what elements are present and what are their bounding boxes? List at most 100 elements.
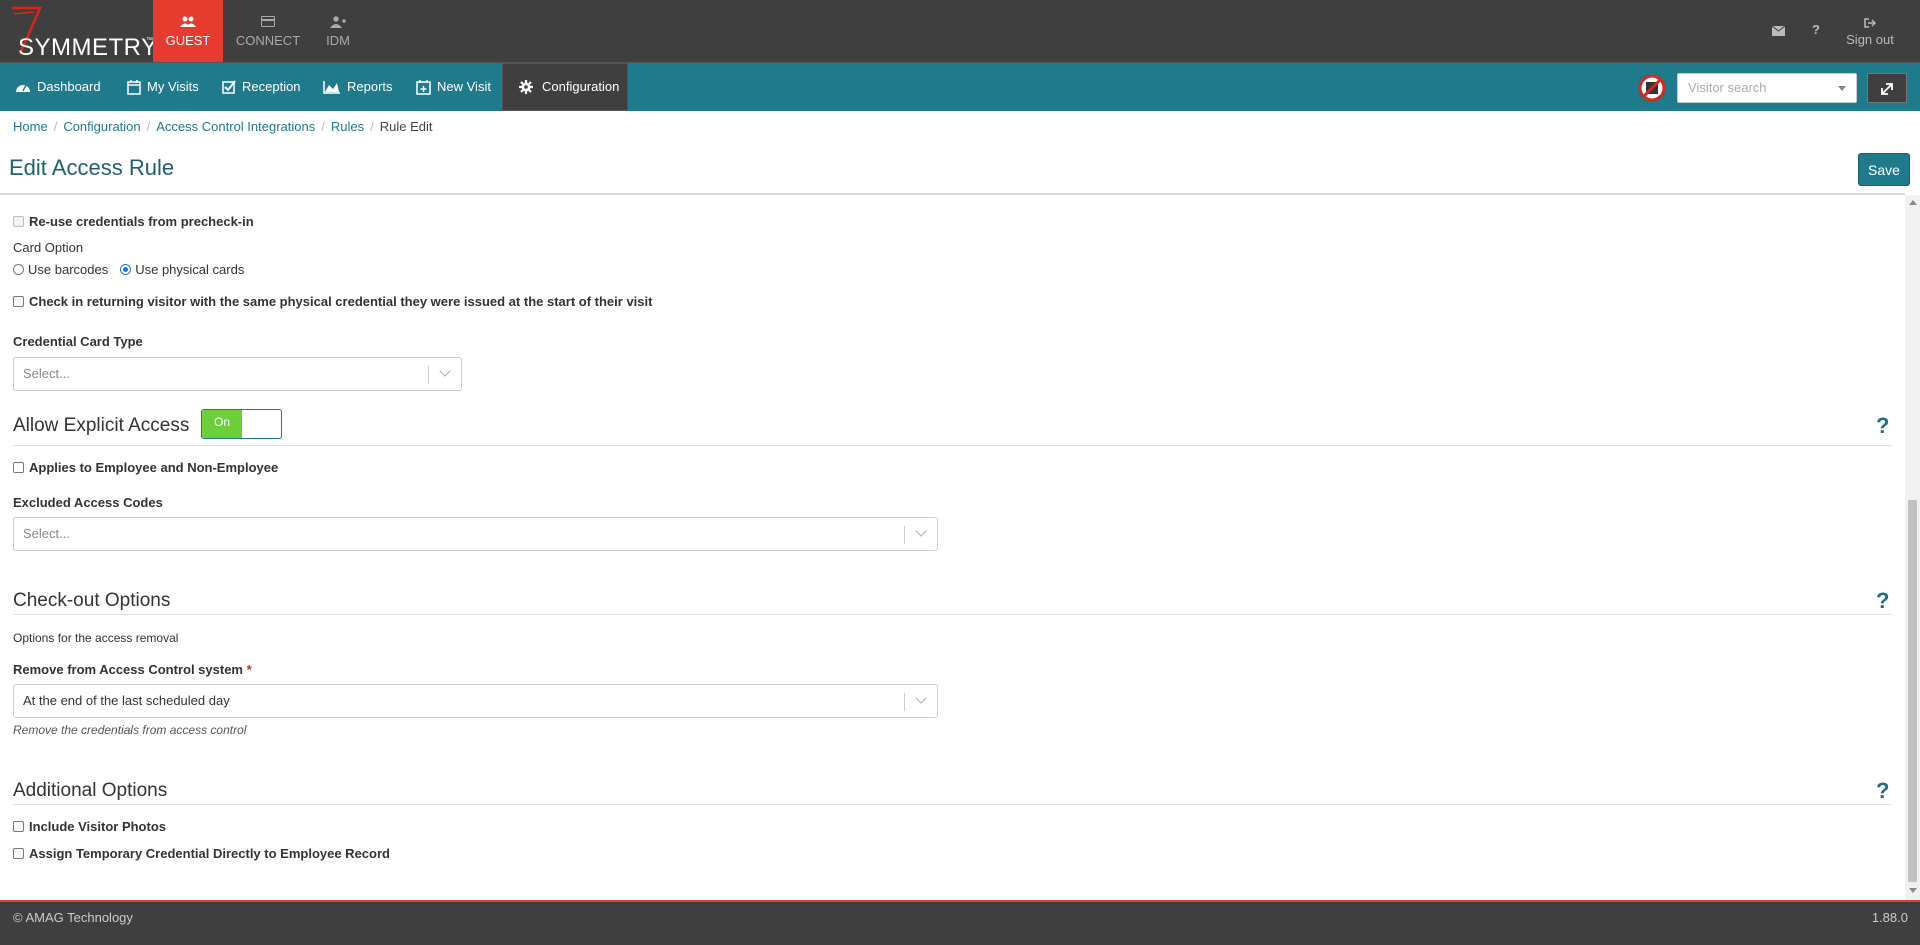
breadcrumb-separator: /	[370, 119, 374, 134]
area-chart-icon	[323, 80, 340, 94]
symmetry-logo: SYMMETRY ™	[6, 4, 157, 61]
app-tab-guest[interactable]: GUEST	[153, 0, 223, 62]
use-physical-cards-label: Use physical cards	[135, 262, 245, 277]
explicit-access-title: Allow Explicit Access	[13, 415, 190, 436]
toggle-on-label: On	[202, 410, 242, 438]
nav-label: My Visits	[147, 79, 199, 94]
nav-reception[interactable]: Reception	[208, 63, 310, 111]
reuse-credentials-row: Re-use credentials from precheck-in	[13, 214, 254, 229]
select-divider	[904, 526, 905, 544]
additional-options-help-icon[interactable]: ?	[1876, 778, 1889, 804]
check-square-icon	[222, 80, 236, 94]
checkout-options-help-icon[interactable]: ?	[1876, 588, 1889, 614]
nav-reports[interactable]: Reports	[309, 63, 403, 111]
nav-label: New Visit	[437, 79, 491, 94]
breadcrumb-home[interactable]: Home	[13, 119, 48, 134]
visitor-search-placeholder: Visitor search	[1688, 80, 1767, 95]
form-content: Re-use credentials from precheck-in Card…	[0, 195, 1905, 900]
app-tab-idm[interactable]: IDM	[315, 0, 361, 62]
sign-out-icon	[1840, 16, 1900, 28]
use-barcodes-radio[interactable]	[13, 264, 24, 275]
fullscreen-button[interactable]	[1867, 73, 1907, 103]
use-physical-cards-radio[interactable]	[120, 264, 132, 275]
nav-new-visit[interactable]: New Visit	[402, 63, 502, 111]
breadcrumb-access-control-integrations[interactable]: Access Control Integrations	[156, 119, 315, 134]
logo-text: SYMMETRY	[18, 34, 158, 61]
returning-visitor-row: Check in returning visitor with the same…	[13, 294, 652, 309]
breadcrumb-separator: /	[53, 119, 58, 134]
credential-card-type-select[interactable]: Select...	[13, 357, 462, 391]
scroll-down-icon[interactable]	[1909, 888, 1917, 893]
logo-trademark: ™	[146, 37, 153, 44]
app-footer: © AMAG Technology 1.88.0	[0, 900, 1920, 945]
section-divider	[13, 804, 1892, 805]
sign-out-button[interactable]: Sign out	[1840, 0, 1900, 62]
reuse-credentials-checkbox[interactable]	[13, 216, 24, 227]
nav-configuration[interactable]: Configuration	[502, 63, 628, 111]
excluded-access-codes-label: Excluded Access Codes	[13, 495, 163, 510]
nav-my-visits[interactable]: My Visits	[113, 63, 209, 111]
copyright-text: © AMAG Technology	[13, 910, 133, 925]
nav-label: Configuration	[542, 79, 620, 94]
main-nav: Dashboard My Visits Reception Reports Ne…	[0, 63, 1920, 111]
breadcrumb-rules[interactable]: Rules	[331, 119, 364, 134]
excluded-access-codes-select[interactable]: Select...	[13, 517, 938, 551]
select-divider	[428, 366, 429, 384]
applies-employee-checkbox[interactable]	[13, 462, 24, 473]
version-text: 1.88.0	[1871, 910, 1908, 925]
user-add-icon	[315, 16, 361, 30]
breadcrumb-separator: /	[146, 119, 151, 134]
card-option-label: Card Option	[13, 240, 84, 255]
breadcrumb-current: Rule Edit	[379, 119, 433, 134]
chevron-down-icon	[915, 692, 927, 704]
returning-visitor-label: Check in returning visitor with the same…	[29, 294, 653, 309]
use-barcodes-label: Use barcodes	[28, 262, 109, 277]
dashboard-icon	[16, 84, 30, 92]
include-photos-checkbox[interactable]	[13, 821, 24, 832]
app-tab-label: IDM	[326, 33, 350, 48]
assign-temp-credential-label: Assign Temporary Credential Directly to …	[29, 846, 390, 861]
remove-access-select[interactable]: At the end of the last scheduled day	[13, 684, 938, 718]
breadcrumb-separator: /	[321, 119, 325, 134]
reuse-credentials-label: Re-use credentials from precheck-in	[29, 214, 254, 229]
calendar-icon	[127, 79, 141, 95]
select-divider	[904, 693, 905, 711]
card-icon	[231, 16, 305, 30]
no-badge-printer-icon[interactable]	[1637, 73, 1667, 103]
visitor-search-input[interactable]: Visitor search	[1677, 73, 1857, 103]
select-placeholder: Select...	[23, 366, 70, 381]
page-title: Edit Access Rule	[9, 155, 175, 180]
scroll-up-icon[interactable]	[1909, 200, 1917, 205]
explicit-access-help-icon[interactable]: ?	[1876, 413, 1889, 439]
app-tab-label: GUEST	[165, 33, 211, 48]
chevron-down-icon	[1838, 86, 1846, 91]
applies-employee-label: Applies to Employee and Non-Employee	[29, 460, 279, 475]
remove-access-label: Remove from Access Control system *	[13, 662, 252, 677]
expand-icon	[1881, 83, 1893, 95]
app-tab-connect[interactable]: CONNECT	[231, 0, 305, 62]
chevron-down-icon	[439, 365, 451, 377]
remove-access-label-text: Remove from Access Control system	[13, 662, 243, 677]
scrollbar-thumb[interactable]	[1908, 500, 1917, 882]
checkout-options-title: Check-out Options	[13, 590, 171, 611]
nav-dashboard[interactable]: Dashboard	[1, 63, 113, 111]
section-divider	[13, 614, 1892, 615]
breadcrumb: Home / Configuration / Access Control In…	[13, 119, 432, 134]
app-header: SYMMETRY ™ GUEST CONNECT IDM ? Sign out	[0, 0, 1920, 63]
credential-card-type-label: Credential Card Type	[13, 334, 143, 349]
help-button[interactable]: ?	[1806, 22, 1826, 38]
assign-temp-credential-checkbox[interactable]	[13, 848, 24, 859]
explicit-access-toggle[interactable]: On	[201, 409, 282, 439]
breadcrumb-configuration[interactable]: Configuration	[63, 119, 140, 134]
sign-out-label: Sign out	[1846, 32, 1894, 47]
select-value: At the end of the last scheduled day	[23, 693, 230, 708]
mail-icon[interactable]	[1768, 24, 1788, 38]
save-button[interactable]: Save	[1858, 153, 1910, 186]
nav-label: Reports	[347, 79, 393, 94]
returning-visitor-checkbox[interactable]	[13, 296, 24, 307]
gear-icon	[519, 80, 533, 94]
chevron-down-icon	[915, 525, 927, 537]
nav-label: Reception	[242, 79, 301, 94]
users-icon	[153, 16, 223, 30]
section-divider	[13, 445, 1892, 446]
